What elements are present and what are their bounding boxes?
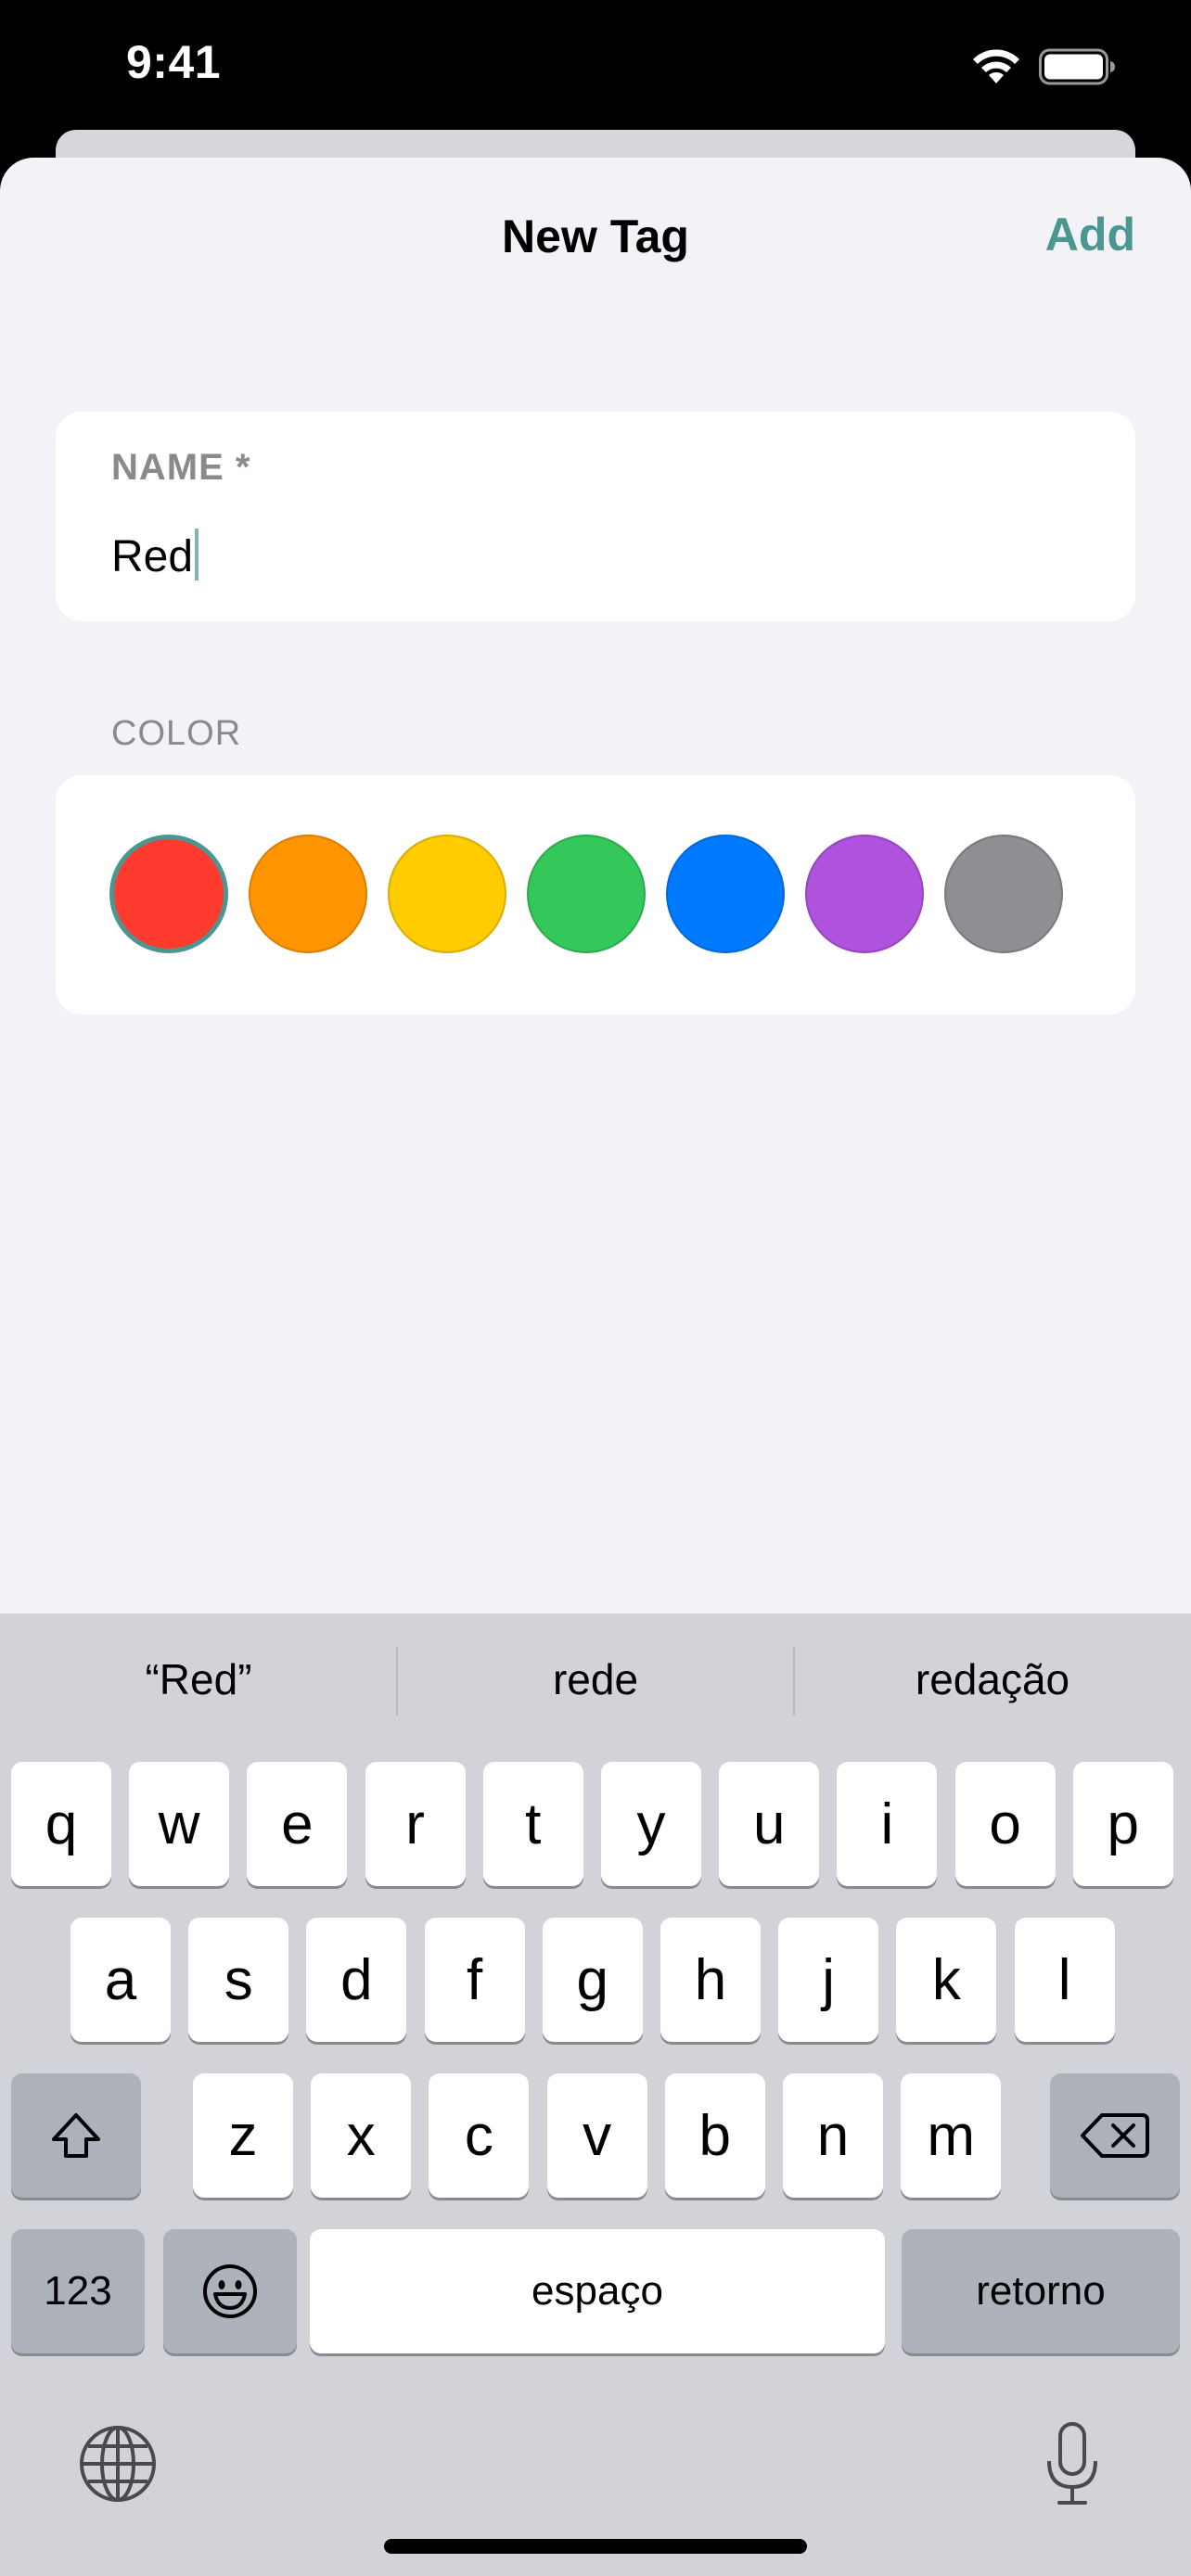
color-swatch-green[interactable] bbox=[527, 835, 646, 953]
color-swatch-orange[interactable] bbox=[249, 835, 367, 953]
key-e[interactable]: e bbox=[247, 1762, 348, 1886]
space-key[interactable]: espaço bbox=[310, 2229, 885, 2353]
color-swatch-yellow[interactable] bbox=[388, 835, 506, 953]
name-input-value: Red bbox=[111, 532, 194, 581]
key-i[interactable]: i bbox=[837, 1762, 938, 1886]
key-v[interactable]: v bbox=[546, 2073, 647, 2198]
key-u[interactable]: u bbox=[719, 1762, 820, 1886]
key-o[interactable]: o bbox=[954, 1762, 1056, 1886]
key-f[interactable]: f bbox=[424, 1918, 525, 2042]
wifi-icon bbox=[973, 49, 1019, 83]
delete-key[interactable] bbox=[1050, 2073, 1180, 2198]
key-x[interactable]: x bbox=[311, 2073, 412, 2198]
sheet-title: New Tag bbox=[502, 210, 689, 262]
battery-icon bbox=[1039, 48, 1115, 85]
name-label: NAME * bbox=[111, 447, 251, 488]
emoji-icon bbox=[203, 2264, 257, 2318]
key-a[interactable]: a bbox=[70, 1918, 171, 2042]
key-s[interactable]: s bbox=[188, 1918, 289, 2042]
key-p[interactable]: p bbox=[1072, 1762, 1173, 1886]
delete-icon bbox=[1081, 2113, 1149, 2158]
key-y[interactable]: y bbox=[601, 1762, 701, 1886]
key-n[interactable]: n bbox=[783, 2073, 883, 2198]
key-b[interactable]: b bbox=[664, 2073, 765, 2198]
key-h[interactable]: h bbox=[660, 1918, 761, 2042]
key-w[interactable]: w bbox=[129, 1762, 230, 1886]
name-input[interactable]: Red bbox=[111, 529, 199, 582]
key-m[interactable]: m bbox=[901, 2073, 1002, 2198]
suggestion-3[interactable]: redação bbox=[794, 1654, 1191, 1704]
globe-icon[interactable] bbox=[78, 2424, 158, 2504]
key-c[interactable]: c bbox=[429, 2073, 530, 2198]
key-q[interactable]: q bbox=[11, 1762, 111, 1886]
key-r[interactable]: r bbox=[365, 1762, 466, 1886]
suggestion-1[interactable]: “Red” bbox=[0, 1654, 397, 1704]
color-label: COLOR bbox=[111, 714, 242, 753]
shift-icon bbox=[52, 2113, 100, 2158]
key-d[interactable]: d bbox=[306, 1918, 407, 2042]
screen: 9:41 New Tag Add NAME * Red COLOR “Red” … bbox=[0, 0, 1191, 2576]
home-indicator bbox=[384, 2539, 807, 2554]
key-j[interactable]: j bbox=[778, 1918, 879, 2042]
mic-icon[interactable] bbox=[1043, 2420, 1102, 2509]
key-z[interactable]: z bbox=[193, 2073, 293, 2198]
return-key[interactable]: retorno bbox=[902, 2229, 1180, 2353]
key-g[interactable]: g bbox=[542, 1918, 643, 2042]
numbers-key[interactable]: 123 bbox=[11, 2229, 145, 2353]
emoji-key[interactable] bbox=[163, 2229, 297, 2353]
color-swatch-gray[interactable] bbox=[944, 835, 1063, 953]
add-button[interactable]: Add bbox=[1045, 208, 1135, 261]
key-l[interactable]: l bbox=[1014, 1918, 1115, 2042]
key-k[interactable]: k bbox=[896, 1918, 997, 2042]
status-time: 9:41 bbox=[126, 36, 222, 88]
name-field-card[interactable] bbox=[56, 412, 1135, 621]
color-swatch-red[interactable] bbox=[109, 835, 228, 953]
key-t[interactable]: t bbox=[482, 1762, 583, 1886]
color-swatch-purple[interactable] bbox=[805, 835, 924, 953]
shift-key[interactable] bbox=[11, 2073, 141, 2198]
suggestion-2[interactable]: rede bbox=[397, 1654, 794, 1704]
text-caret bbox=[195, 529, 199, 580]
color-swatch-blue[interactable] bbox=[666, 835, 785, 953]
